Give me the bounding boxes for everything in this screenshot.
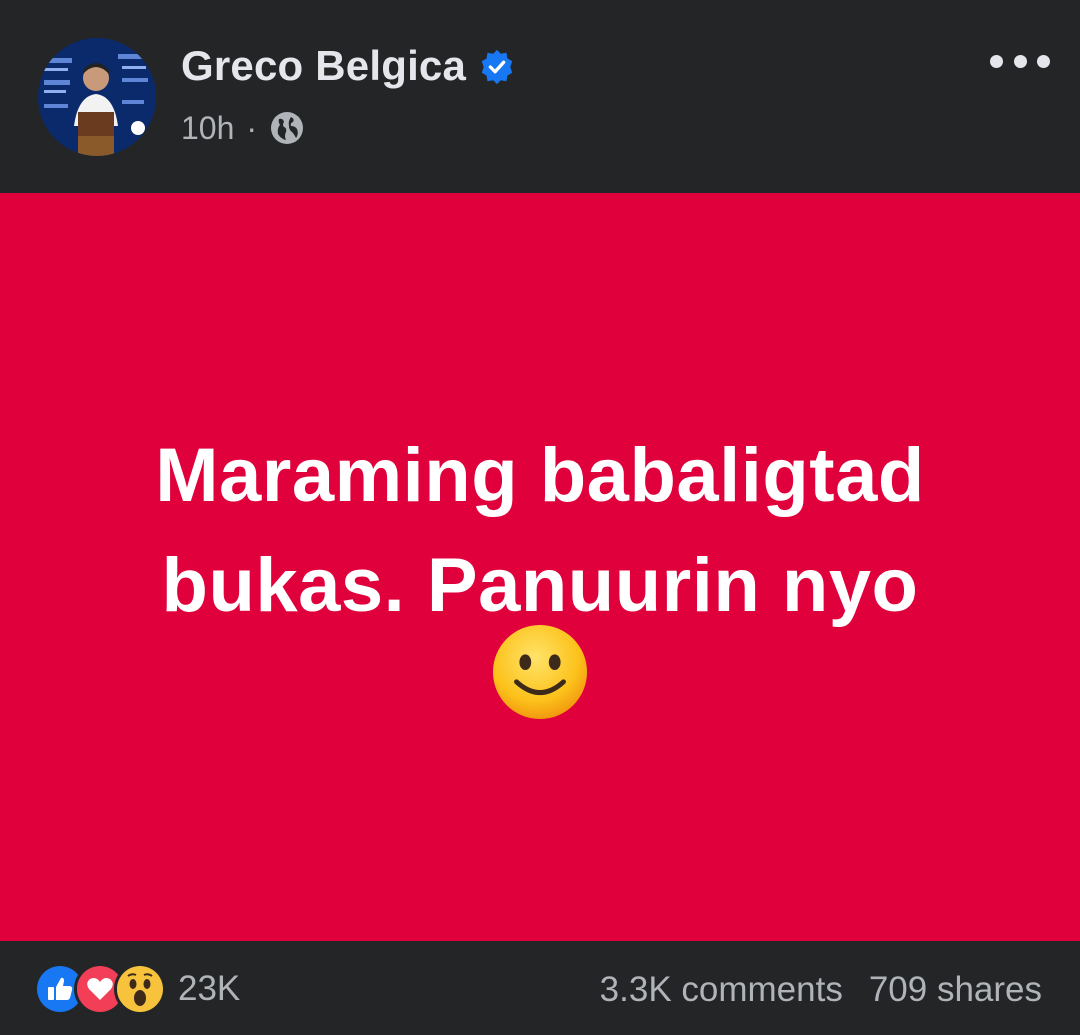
reaction-count: 23K xyxy=(178,969,241,1008)
author-row: Greco Belgica xyxy=(181,40,516,92)
verified-badge-icon xyxy=(478,48,516,86)
post-footer: 23K 3.3K comments 709 shares xyxy=(0,941,1080,1035)
more-dot xyxy=(990,54,1003,68)
comments-count-link[interactable]: 3.3K comments xyxy=(600,967,843,1013)
more-options-icon[interactable] xyxy=(990,46,1050,76)
meta-separator: · xyxy=(246,110,258,146)
post-header: Greco Belgica 10h · xyxy=(0,0,1080,193)
reactions-summary[interactable]: 23K xyxy=(34,963,240,1015)
more-dot xyxy=(1037,54,1050,68)
engagement-stats: 3.3K comments 709 shares xyxy=(600,967,1042,1013)
author-avatar[interactable] xyxy=(38,38,156,156)
facebook-post: Greco Belgica 10h · Maraming babaligtad … xyxy=(0,0,1080,1035)
post-timestamp[interactable]: 10h xyxy=(181,104,234,152)
status-text: Maraming babaligtad bukas. Panuurin nyo xyxy=(0,421,1080,641)
slightly-smiling-face-emoji-icon xyxy=(491,623,589,721)
shares-count-link[interactable]: 709 shares xyxy=(869,967,1042,1013)
author-name[interactable]: Greco Belgica xyxy=(181,40,466,92)
post-meta: 10h · xyxy=(181,104,305,152)
globe-icon[interactable] xyxy=(269,110,305,146)
status-line-1: Maraming babaligtad xyxy=(155,433,925,518)
wow-icon xyxy=(114,963,166,1015)
more-dot xyxy=(1013,54,1027,68)
status-background[interactable]: Maraming babaligtad bukas. Panuurin nyo xyxy=(0,193,1080,941)
